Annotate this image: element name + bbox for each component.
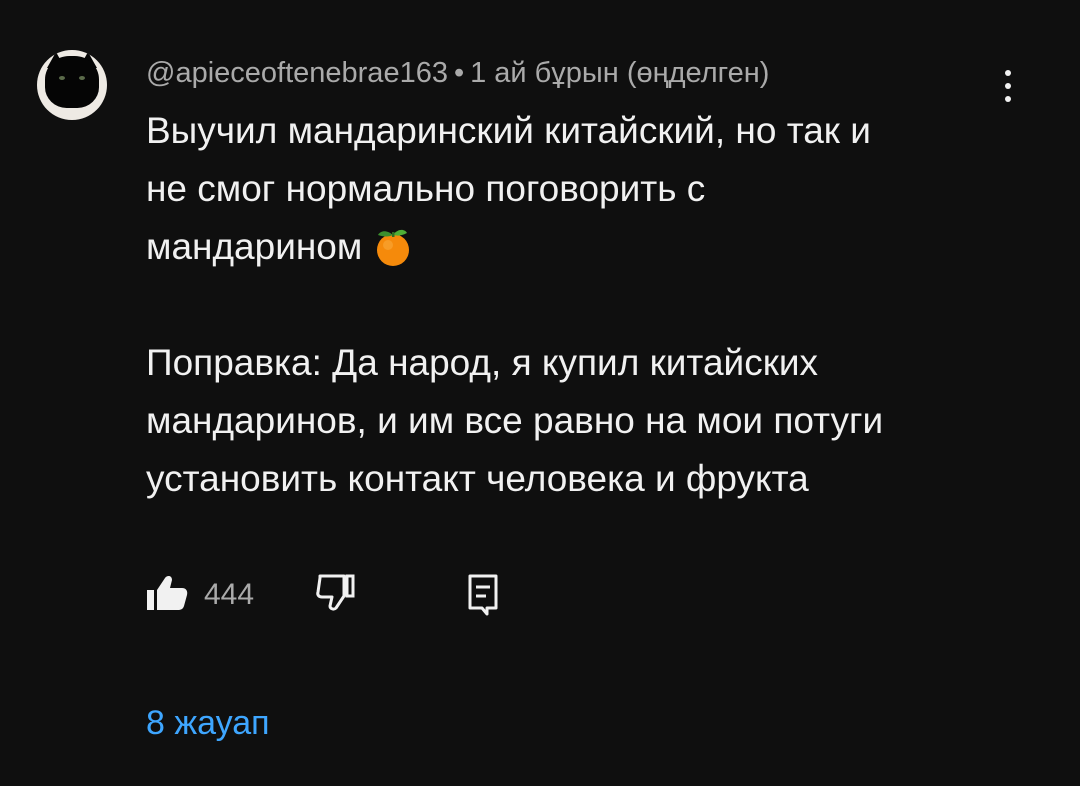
reply-button[interactable] [464, 572, 508, 616]
tangerine-emoji [372, 225, 414, 267]
comment-text-line: Выучил мандаринский китайский, но так и [146, 110, 871, 151]
comment-edit-line: установить контакт человека и фрукта [146, 458, 809, 499]
more-vert-icon [1005, 70, 1011, 76]
meta-separator: • [453, 57, 465, 89]
comment-edit-line: Поправка: Да народ, я купил китайских [146, 342, 819, 383]
avatar-cat-eye [59, 76, 65, 80]
author-handle[interactable]: @apieceoftenebrae163 [146, 57, 448, 89]
avatar[interactable] [37, 50, 107, 120]
comment-header: @apieceoftenebrae163 • 1 ай бұрын (өңделге… [146, 55, 769, 91]
thumb-down-icon [316, 574, 355, 611]
dislike-button[interactable] [314, 570, 358, 614]
comment-thread: @apieceoftenebrae163 • 1 ай бұрын (өңделге… [0, 0, 1080, 786]
more-vert-icon-dot [1005, 83, 1011, 89]
comment-body: Выучил мандаринский китайский, но так и … [146, 102, 1026, 508]
comment-edit-line: мандаринов, и им все равно на мои потуги [146, 400, 884, 441]
comment-text-line: мандарином [146, 218, 1026, 276]
view-replies-button[interactable]: 8 жауап [146, 702, 270, 744]
like-count: 444 [204, 578, 255, 611]
comment-timestamp: 1 ай бұрын (өңделген) [470, 57, 770, 89]
avatar-cat-eye [79, 76, 85, 80]
like-button[interactable] [146, 570, 190, 614]
avatar-cat-head [45, 56, 99, 108]
comment-text-line: не смог нормально поговорить с [146, 168, 706, 209]
thumb-up-icon [147, 575, 188, 610]
comment-reply-icon [468, 574, 498, 616]
